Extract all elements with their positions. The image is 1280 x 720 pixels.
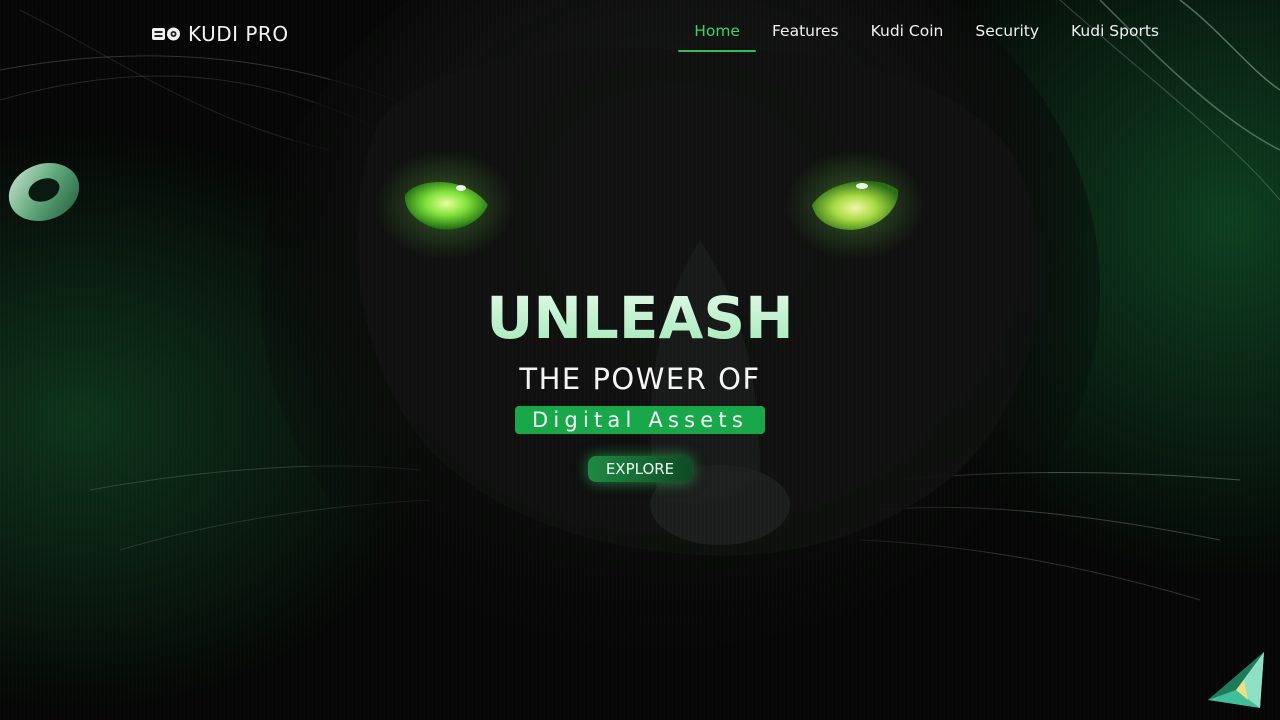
hero-tag-badge: Digital Assets <box>515 406 765 434</box>
hero-subtitle: THE POWER OF <box>519 362 761 396</box>
pyramid-icon <box>1208 652 1264 708</box>
hero-section: UNLEASH THE POWER OF Digital Assets EXPL… <box>0 283 1280 482</box>
nav-item-security[interactable]: Security <box>959 14 1055 52</box>
brand-logo[interactable]: KUDI PRO <box>152 22 289 46</box>
logo-text: KUDI PRO <box>188 22 289 46</box>
torus-ring-icon <box>8 162 80 222</box>
nav-item-home[interactable]: Home <box>678 14 756 52</box>
nav-item-kudi-coin[interactable]: Kudi Coin <box>855 14 960 52</box>
landing-page: KUDI PRO Home Features Kudi Coin Securit… <box>0 0 1280 720</box>
explore-button[interactable]: EXPLORE <box>587 456 693 482</box>
nav-item-features[interactable]: Features <box>756 14 855 52</box>
main-nav: Home Features Kudi Coin Security Kudi Sp… <box>678 14 1175 52</box>
hero-title: UNLEASH <box>0 283 1280 353</box>
kudi-logo-icon <box>152 27 180 41</box>
nav-item-kudi-sports[interactable]: Kudi Sports <box>1055 14 1175 52</box>
